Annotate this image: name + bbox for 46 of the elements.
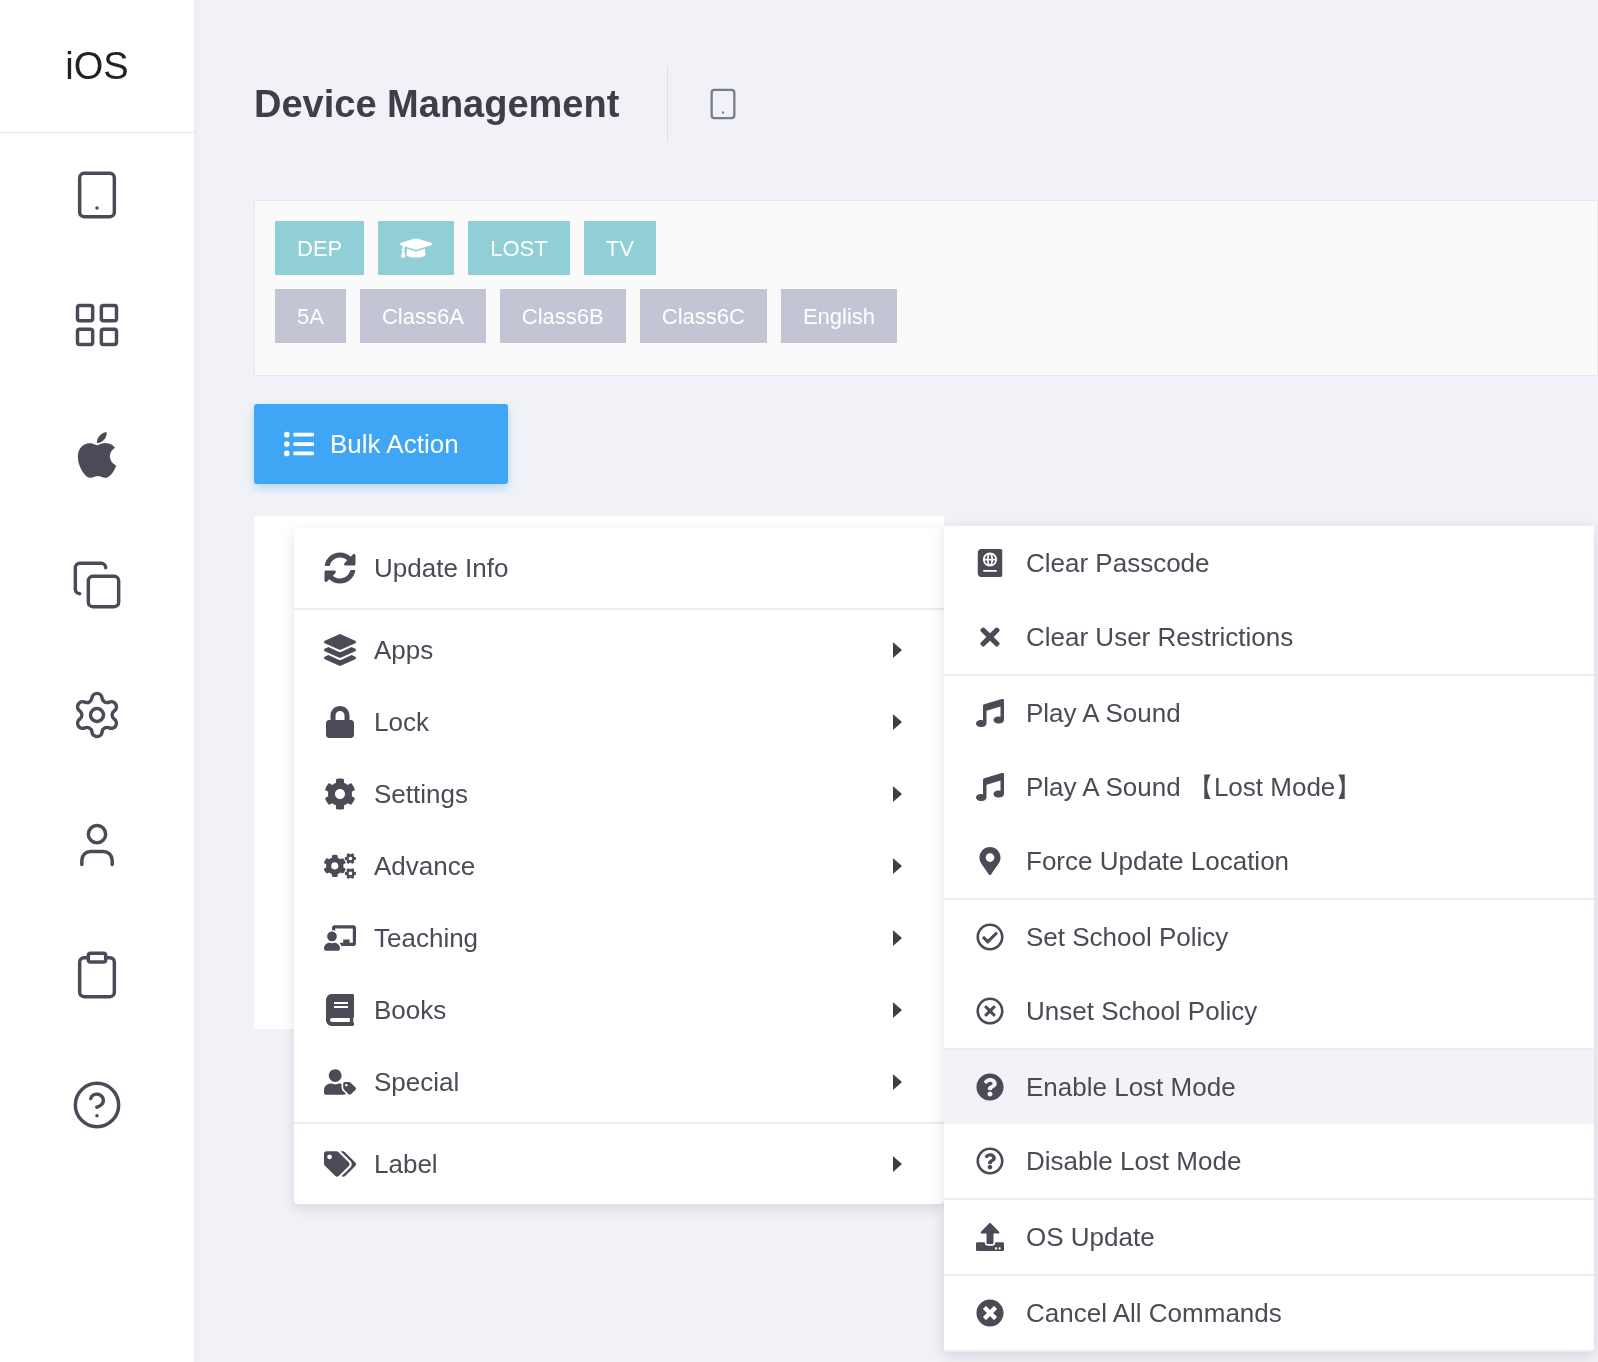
gear-icon — [324, 778, 356, 810]
menu-item[interactable]: OS Update — [944, 1200, 1594, 1274]
menu-item[interactable]: Play A Sound 【Lost Mode】 — [944, 750, 1594, 824]
menu-item[interactable]: Special — [294, 1046, 944, 1118]
list-icon — [284, 429, 314, 459]
menu-item[interactable]: Label — [294, 1128, 944, 1200]
menu-item[interactable]: Clear User Restrictions — [944, 600, 1594, 674]
menu-item[interactable]: Play A Sound — [944, 676, 1594, 750]
user-tag-icon — [324, 1066, 356, 1098]
caret-icon — [893, 714, 902, 730]
upload-icon — [976, 1223, 1004, 1251]
teacher-board-icon — [324, 922, 356, 954]
caret-icon — [893, 786, 902, 802]
caret-icon — [893, 930, 902, 946]
caret-icon — [893, 858, 902, 874]
menu-item[interactable]: Set School Policy — [944, 900, 1594, 974]
tags-icon — [324, 1148, 356, 1180]
menu-item[interactable]: Advance — [294, 830, 944, 902]
menu-item[interactable]: Update Info — [294, 532, 944, 604]
menu-item[interactable]: Disable Lost Mode — [944, 1124, 1594, 1198]
lock-icon — [324, 706, 356, 738]
menu-item[interactable]: Cancel All Commands — [944, 1276, 1594, 1350]
menu-item[interactable]: Settings — [294, 758, 944, 830]
refresh-icon — [324, 552, 356, 584]
music-note-icon — [976, 699, 1004, 727]
page-title: Device Management — [254, 81, 621, 127]
menu-item[interactable]: Enable Lost Mode — [944, 1050, 1594, 1124]
caret-icon — [893, 1074, 902, 1090]
menu-item[interactable]: Books — [294, 974, 944, 1046]
menu-item[interactable]: Lock — [294, 686, 944, 758]
book-icon — [324, 994, 356, 1026]
menu-item[interactable]: Force Update Location — [944, 824, 1594, 898]
caret-icon — [893, 1002, 902, 1018]
caret-icon — [893, 1156, 902, 1172]
menu-item[interactable]: Clear Passcode — [944, 526, 1594, 600]
menu-item[interactable]: Unset School Policy — [944, 974, 1594, 1048]
menu-item[interactable]: Apps — [294, 614, 944, 686]
gears-icon — [324, 850, 356, 882]
caret-icon — [893, 642, 902, 658]
layers-icon — [324, 634, 356, 666]
help-icon[interactable] — [71, 1079, 123, 1131]
passport-icon — [976, 549, 1004, 577]
menu-item[interactable]: Teaching — [294, 902, 944, 974]
music-note-icon — [976, 773, 1004, 801]
app-title: iOS — [65, 43, 129, 89]
copy-icon[interactable] — [71, 559, 123, 611]
